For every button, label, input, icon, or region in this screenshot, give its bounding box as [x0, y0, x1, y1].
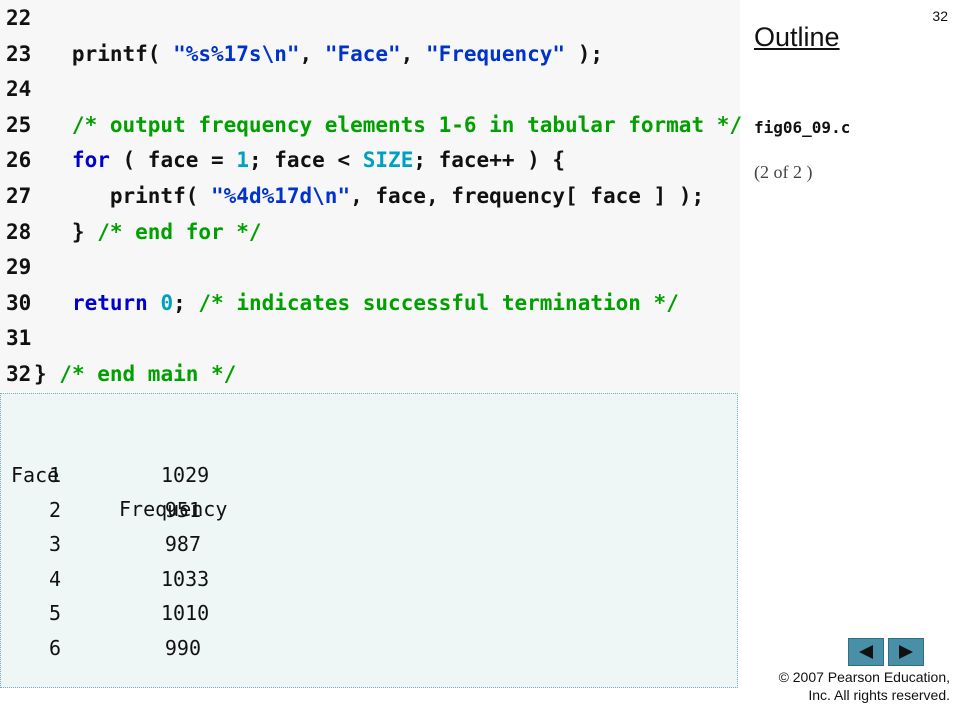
output-face-value: 3	[48, 532, 61, 556]
copyright-line-2: Inc. All rights reserved.	[808, 687, 950, 703]
code-token: "Face"	[324, 41, 401, 66]
output-frequency-value: 1029	[161, 463, 210, 487]
code-text: return 0; /* indicates successful termin…	[34, 285, 679, 321]
code-line: 29	[0, 249, 740, 285]
code-token: ; face <	[248, 148, 363, 173]
code-token: ,	[400, 41, 426, 66]
code-text: /* output frequency elements 1-6 in tabu…	[34, 107, 742, 143]
copyright-line-1: © 2007 Pearson Education,	[778, 669, 950, 685]
code-token: printf(	[34, 184, 212, 208]
code-token: /* end for */	[97, 219, 262, 244]
line-number: 31	[6, 326, 32, 351]
line-number: 32	[6, 362, 32, 386]
code-token: ;	[173, 290, 199, 315]
page-info: (2 of 2 )	[754, 162, 813, 182]
code-text: for ( face = 1; face < SIZE; face++ ) {	[34, 142, 565, 178]
outline-link[interactable]: Outline	[754, 22, 840, 53]
code-token: ; face++ ) {	[413, 148, 566, 173]
code-token: );	[565, 41, 603, 66]
code-line: 26 for ( face = 1; face < SIZE; face++ )…	[0, 142, 740, 178]
code-token: SIZE	[362, 148, 414, 173]
output-frequency-value: 951	[164, 497, 201, 522]
output-face-value: 5	[48, 601, 61, 625]
line-number: 26	[6, 148, 32, 173]
code-line: 23 printf( "%s%17s\n", "Face", "Frequenc…	[0, 36, 740, 72]
filename-label: fig06_09.c	[754, 118, 851, 137]
code-text: } /* end main */	[34, 356, 236, 392]
triangle-left-icon	[859, 645, 873, 659]
triangle-right-icon	[899, 645, 913, 659]
output-face-value: 2	[48, 497, 61, 522]
line-number: 23	[6, 41, 32, 66]
code-line: 22	[0, 0, 740, 36]
code-panel: 22 23 printf( "%s%17s\n", "Face", "Freque…	[0, 0, 742, 392]
output-frequency-value: 987	[164, 532, 201, 556]
previous-slide-button[interactable]	[848, 638, 884, 666]
code-token: /* end main */	[59, 362, 237, 386]
output-face-value: 6	[48, 635, 61, 660]
code-token: ( face =	[109, 148, 237, 173]
code-token: "Frequency"	[425, 41, 566, 66]
code-line: 24	[0, 71, 740, 107]
code-token: }	[34, 219, 98, 244]
code-text: printf( "%4d%17d\n", face, frequency[ fa…	[34, 178, 704, 214]
code-text: } /* end for */	[34, 214, 262, 250]
next-slide-button[interactable]	[888, 638, 924, 666]
code-token: /* output frequency elements 1-6 in tabu…	[34, 112, 743, 137]
line-number: 22	[6, 6, 32, 30]
code-token: }	[34, 362, 60, 386]
code-line: 31	[0, 320, 740, 356]
code-token: , face, frequency[ face ] );	[350, 184, 705, 208]
line-number: 29	[6, 255, 32, 280]
code-token: printf(	[34, 41, 174, 66]
code-line: 28 } /* end for */	[0, 214, 740, 250]
code-line: 27 printf( "%4d%17d\n", face, frequency[…	[0, 178, 740, 214]
code-line: 25 /* output frequency elements 1-6 in t…	[0, 107, 742, 143]
code-token: 1	[236, 148, 249, 173]
output-frequency-value: 1033	[161, 566, 210, 591]
code-token: ,	[299, 41, 325, 66]
copyright-notice: © 2007 Pearson Education, Inc. All right…	[740, 668, 950, 704]
output-frequency-value: 990	[164, 635, 201, 660]
program-output-panel: Face Frequency 1 1029 2 951 3 987 4 1033 5 1010 6 9…	[0, 393, 738, 688]
code-text: printf( "%s%17s\n", "Face", "Frequency" …	[34, 36, 603, 72]
code-token: 0	[160, 290, 174, 315]
line-number: 24	[6, 77, 32, 102]
line-number: 27	[6, 184, 32, 208]
line-number: 28	[6, 219, 32, 244]
page-number: 32	[932, 8, 948, 24]
output-frequency-value: 1010	[161, 601, 210, 625]
line-number: 25	[6, 112, 32, 137]
line-number: 30	[6, 290, 32, 315]
code-token: "%s%17s\n"	[173, 41, 300, 66]
output-face-value: 1	[48, 463, 61, 487]
code-line: 32} /* end main */	[0, 356, 740, 392]
code-token: /* indicates successful termination */	[198, 290, 679, 315]
code-token: return	[71, 290, 148, 315]
code-token: for	[71, 148, 110, 173]
output-face-value: 4	[48, 566, 61, 591]
slide-navigation	[848, 638, 924, 666]
code-line: 30 return 0; /* indicates successful ter…	[0, 285, 740, 321]
output-header-row: Face Frequency	[11, 424, 227, 521]
code-token: "%4d%17d\n"	[211, 184, 351, 208]
